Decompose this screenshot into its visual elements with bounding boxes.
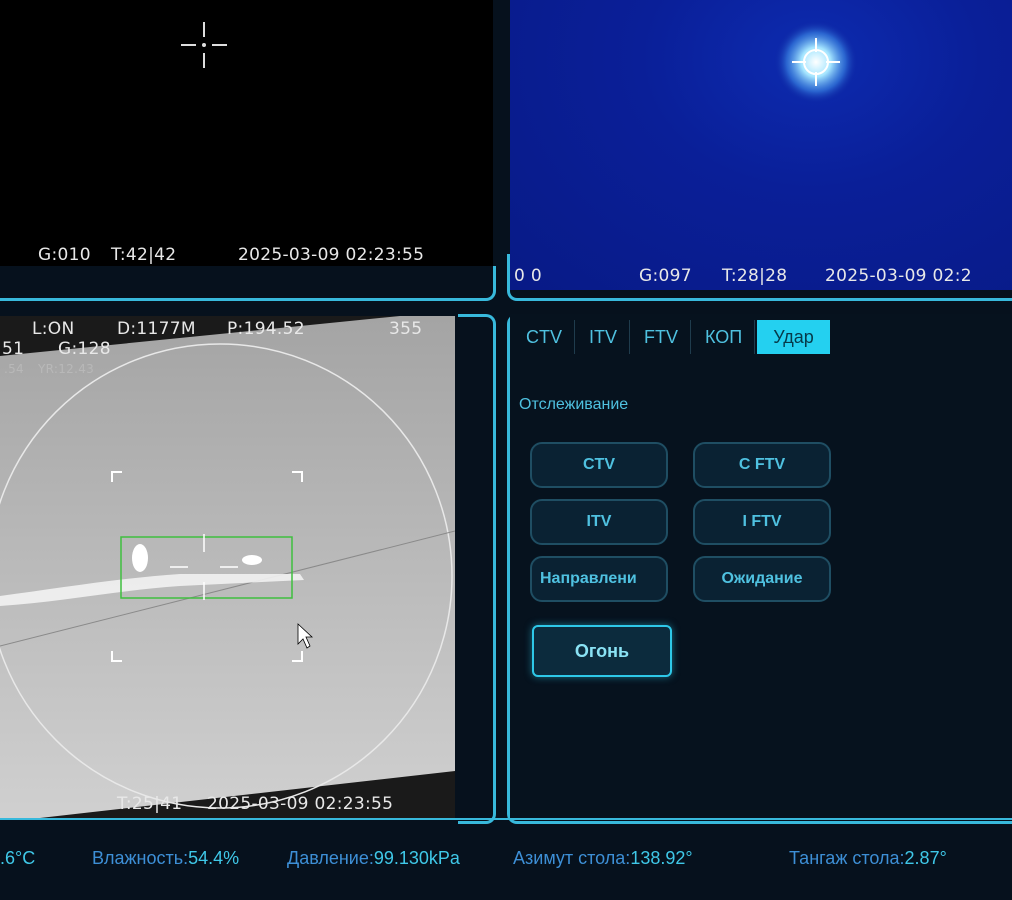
pitch-value: 2.87° bbox=[904, 848, 947, 868]
osd-tracker: T:28|28 bbox=[722, 266, 788, 286]
osd-left-value: 51 bbox=[2, 339, 25, 359]
itv-track-button[interactable]: ITV bbox=[530, 499, 668, 545]
osd-yr: YR:12.43 bbox=[38, 362, 95, 376]
tab-ftv[interactable]: FTV bbox=[632, 320, 692, 354]
camera-feed-top-right[interactable]: 0 0 G:097 T:28|28 2025-03-09 02:2 bbox=[510, 0, 1012, 290]
target-glow bbox=[774, 20, 858, 104]
tab-itv[interactable]: ITV bbox=[577, 320, 631, 354]
osd-gain: G:010 bbox=[38, 245, 91, 265]
frame-bracket bbox=[458, 314, 496, 824]
osd-datetime: 2025-03-09 02:2 bbox=[825, 266, 972, 286]
direction-button[interactable]: Направлени bbox=[530, 556, 668, 602]
temperature-value: .6°C bbox=[0, 848, 36, 868]
tab-bar: CTV ITV FTV КОП Удар bbox=[514, 320, 832, 356]
pitch-readout: Тангаж стола:2.87° bbox=[789, 848, 947, 869]
camera-feed-bottom-left[interactable]: L:ON D:1177M P:194.52 355 51 G:128 .54 Y… bbox=[0, 316, 455, 818]
camera-feed-top-left[interactable]: G:010 T:42|42 2025-03-09 02:23:55 bbox=[0, 0, 493, 266]
azimuth-label: Азимут стола: bbox=[513, 848, 631, 868]
crosshair-icon bbox=[181, 22, 227, 68]
tab-strike[interactable]: Удар bbox=[757, 320, 830, 354]
temperature-readout: .6°C bbox=[0, 848, 35, 869]
iftv-track-button[interactable]: I FTV bbox=[693, 499, 831, 545]
osd-heading: 355 bbox=[389, 319, 423, 339]
osd-tracker: T:42|42 bbox=[111, 245, 177, 265]
waiting-button[interactable]: Ожидание bbox=[693, 556, 831, 602]
osd-datetime: 2025-03-09 02:23:55 bbox=[238, 245, 425, 265]
humidity-value: 54.4% bbox=[188, 848, 240, 868]
frame-bracket bbox=[0, 266, 496, 301]
osd-gain: G:128 bbox=[58, 339, 111, 359]
osd-distance: D:1177M bbox=[117, 319, 196, 339]
section-label-tracking: Отслеживание bbox=[519, 396, 629, 413]
tab-ctv[interactable]: CTV bbox=[514, 320, 575, 354]
frame-bracket bbox=[507, 254, 560, 301]
humidity-readout: Влажность:54.4% bbox=[92, 848, 239, 869]
azimuth-value: 138.92° bbox=[630, 848, 693, 868]
pitch-label: Тангаж стола: bbox=[789, 848, 905, 868]
osd-gain: G:097 bbox=[639, 266, 692, 286]
cftv-track-button[interactable]: C FTV bbox=[693, 442, 831, 488]
frame-divider bbox=[0, 818, 1012, 828]
osd-tracker: T:25|41 bbox=[117, 794, 183, 814]
pressure-label: Давление: bbox=[287, 848, 374, 868]
pressure-value: 99.130kPa bbox=[373, 848, 460, 868]
osd-position: P:194.52 bbox=[227, 319, 305, 339]
ctv-track-button[interactable]: CTV bbox=[530, 442, 668, 488]
status-bar: .6°C Влажность:54.4% Давление:99.130kPa … bbox=[0, 828, 1012, 900]
pressure-readout: Давление:99.130kPa bbox=[287, 848, 460, 869]
frame-divider bbox=[557, 298, 1012, 301]
fire-button[interactable]: Огонь bbox=[532, 625, 672, 677]
osd-datetime: 2025-03-09 02:23:55 bbox=[207, 794, 394, 814]
azimuth-readout: Азимут стола:138.92° bbox=[513, 848, 693, 869]
ir-image bbox=[0, 316, 455, 818]
control-panel: CTV ITV FTV КОП Удар Отслеживание CTV C … bbox=[510, 314, 1012, 818]
osd-laser: L:ON bbox=[32, 319, 75, 339]
tab-kop[interactable]: КОП bbox=[693, 320, 756, 354]
osd-small-left: .54 bbox=[4, 362, 24, 376]
humidity-label: Влажность: bbox=[92, 848, 189, 868]
